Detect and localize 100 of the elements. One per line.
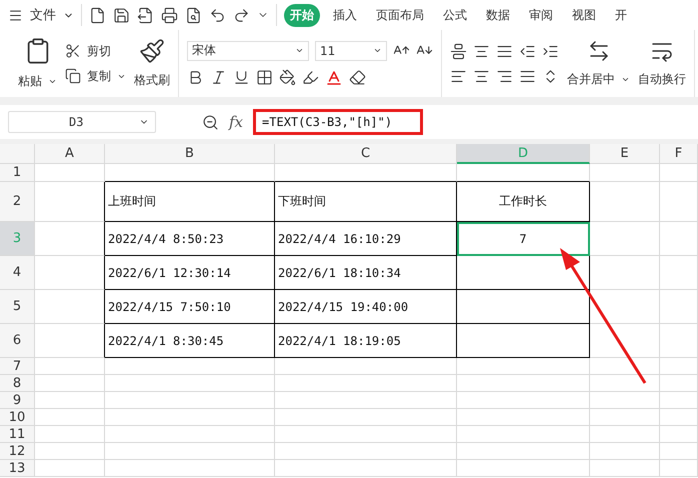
table-cell: 2022/6/1 18:10:34 <box>275 256 457 290</box>
table-cell <box>660 426 698 443</box>
wrap-text-button[interactable]: 自动换行 <box>638 71 686 88</box>
table-cell <box>590 460 660 477</box>
table-cell: 上班时间 <box>105 182 275 222</box>
table-cell <box>660 375 698 392</box>
table-cell: 工作时长 <box>457 182 590 222</box>
table-cell <box>590 324 660 358</box>
table-cell <box>35 324 105 358</box>
table-cell <box>590 290 660 324</box>
table-cell <box>35 290 105 324</box>
ribbon-tab[interactable]: 插入 <box>327 4 363 26</box>
table-cell <box>590 222 660 256</box>
borders-icon[interactable] <box>256 69 273 86</box>
row-header[interactable]: 13 <box>0 460 35 477</box>
table-cell <box>35 426 105 443</box>
ribbon-tab[interactable]: 页面布局 <box>370 4 430 26</box>
caret-icon <box>48 77 57 86</box>
table-cell <box>35 182 105 222</box>
table-cell <box>590 256 660 290</box>
row-header[interactable]: 4 <box>0 256 35 290</box>
table-cell <box>35 256 105 290</box>
row-header[interactable]: 7 <box>0 358 35 375</box>
zoom-out-icon[interactable] <box>202 114 219 130</box>
table-cell <box>590 409 660 426</box>
table-cell: 2022/4/1 18:19:05 <box>275 324 457 358</box>
export-icon[interactable] <box>137 6 154 24</box>
row-header[interactable]: 11 <box>0 426 35 443</box>
active-cell: 7 <box>457 222 590 256</box>
row-header[interactable]: 1 <box>0 164 35 182</box>
row-header[interactable]: 10 <box>0 409 35 426</box>
table-cell <box>660 164 698 182</box>
row-header[interactable]: 2 <box>0 182 35 222</box>
table-cell <box>35 392 105 409</box>
table-cell: 2022/4/1 8:30:45 <box>105 324 275 358</box>
table-cell: 2022/4/4 8:50:23 <box>105 222 275 256</box>
new-file-icon[interactable] <box>89 6 106 24</box>
column-header[interactable]: F <box>660 144 698 164</box>
column-header[interactable]: A <box>35 144 105 164</box>
table-cell <box>590 375 660 392</box>
table-cell <box>590 182 660 222</box>
undo-icon[interactable] <box>209 6 226 24</box>
row-header[interactable]: 9 <box>0 392 35 409</box>
table-cell <box>660 222 698 256</box>
file-menu[interactable]: 文件 <box>30 6 56 24</box>
caret-icon <box>621 75 630 84</box>
menu-icon[interactable] <box>8 8 23 22</box>
redo-icon[interactable] <box>233 6 250 24</box>
table-cell <box>660 290 698 324</box>
font-color-icon[interactable] <box>325 68 343 86</box>
column-header[interactable]: B <box>105 144 275 164</box>
underline-icon[interactable] <box>233 69 250 86</box>
ribbon-tab[interactable]: 视图 <box>566 4 602 26</box>
table-cell <box>660 443 698 460</box>
table-cell: 下班时间 <box>275 182 457 222</box>
function-label[interactable]: fx <box>229 113 244 131</box>
row-header[interactable]: 5 <box>0 290 35 324</box>
ribbon-tab[interactable]: 审阅 <box>523 4 559 26</box>
copy-button[interactable]: 复制 <box>87 68 111 84</box>
save-icon[interactable] <box>113 6 130 24</box>
table-cell <box>590 426 660 443</box>
font-name-dropdown[interactable]: 宋体 <box>187 40 309 60</box>
column-header[interactable]: C <box>275 144 457 164</box>
row-header[interactable]: 12 <box>0 443 35 460</box>
merge-center-button[interactable]: 合并居中 <box>567 71 615 88</box>
format-painter-icon[interactable] <box>139 38 165 64</box>
table-cell <box>35 222 105 256</box>
name-box[interactable]: D3 <box>8 111 156 133</box>
table-cell <box>35 358 105 375</box>
caret-icon <box>373 46 382 55</box>
ribbon-tab[interactable]: 数据 <box>480 4 516 26</box>
row-header[interactable]: 6 <box>0 324 35 358</box>
column-header[interactable]: E <box>590 144 660 164</box>
font-size-dropdown[interactable]: 11 <box>315 40 387 60</box>
table-cell <box>35 460 105 477</box>
table-cell <box>590 358 660 375</box>
formula-field[interactable]: =TEXT(C3-B3,"[h]") <box>253 109 424 135</box>
format-painter-button[interactable]: 格式刷 <box>134 72 170 89</box>
cut-button[interactable]: 剪切 <box>87 42 111 60</box>
table-cell <box>660 392 698 409</box>
table-cell: 2022/4/15 7:50:10 <box>105 290 275 324</box>
copy-icon[interactable] <box>65 68 81 84</box>
caret-icon <box>295 46 304 55</box>
table-cell <box>35 443 105 460</box>
ribbon-tab[interactable]: 公式 <box>437 4 473 26</box>
print-preview-icon[interactable] <box>185 6 202 24</box>
scissors-icon[interactable] <box>65 43 81 59</box>
row-header[interactable]: 8 <box>0 375 35 392</box>
table-cell <box>660 409 698 426</box>
table-cell <box>660 460 698 477</box>
italic-icon[interactable] <box>210 69 227 86</box>
table-cell <box>35 164 105 182</box>
table-cell: 2022/4/4 16:10:29 <box>275 222 457 256</box>
ribbon-tab[interactable]: 开 <box>609 4 633 26</box>
table-cell <box>590 392 660 409</box>
clear-icon[interactable] <box>349 69 366 86</box>
print-icon[interactable] <box>161 6 178 24</box>
table-cell <box>35 409 105 426</box>
paste-button[interactable]: 粘贴 <box>18 73 42 90</box>
table-cell <box>590 443 660 460</box>
